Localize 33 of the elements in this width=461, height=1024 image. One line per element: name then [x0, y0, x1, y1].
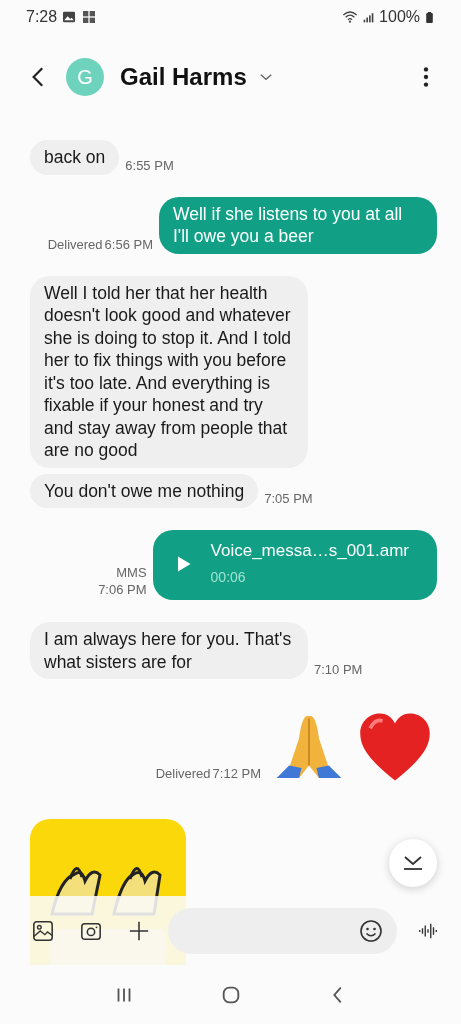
voice-message-bubble[interactable]: Voice_messa…s_001.amr 00:06	[152, 530, 437, 600]
contact-name[interactable]: Gail Harms	[120, 63, 247, 91]
message-time: 6:56 PM	[104, 236, 153, 252]
message-input-field[interactable]	[168, 908, 397, 954]
signal-icon	[362, 10, 376, 24]
scroll-down-button[interactable]	[389, 839, 437, 887]
plus-icon[interactable]	[128, 920, 150, 942]
message-bubble: Well if she listens to you at all I'll owe you a beer	[159, 196, 437, 254]
battery-percentage: 100%	[379, 8, 420, 26]
wifi-icon	[342, 9, 359, 25]
message-bubble: You don't owe me nothing	[30, 473, 259, 508]
message-time: 7:10 PM	[314, 662, 363, 677]
contact-avatar[interactable]: G	[66, 58, 104, 96]
chevron-down-icon	[402, 855, 424, 871]
message-type-label: MMS	[116, 564, 147, 581]
clock-time: 7:28	[26, 8, 58, 26]
camera-icon[interactable]	[80, 920, 102, 942]
gallery-icon[interactable]	[32, 920, 54, 942]
message-time: 7:06 PM	[98, 581, 147, 598]
message-time: 7:05 PM	[264, 491, 313, 506]
delivery-status: Delivered	[155, 766, 211, 781]
message-bubble: I am always here for you. That's what sisters are for	[30, 622, 308, 679]
message-bubble: Well I told her that her health doesn't look good and whatever she is doing to stop it. And I told her to fix things with you before it's too late. And everything is fixable if your honest and try and stay away from people that are no good	[30, 275, 308, 468]
message-time: 6:55 PM	[125, 157, 174, 173]
audio-duration: 00:06	[210, 567, 247, 587]
message-bubble: back on	[30, 140, 120, 175]
emoji-icon[interactable]	[359, 919, 383, 943]
delivery-status: Delivered	[47, 236, 103, 252]
message-time: 7:12 PM	[212, 766, 261, 781]
battery-icon	[424, 9, 435, 25]
image-notification-icon	[61, 9, 78, 25]
grid-notification-icon	[81, 9, 98, 25]
file-name: Voice_messa…s_001.amr	[210, 540, 409, 562]
